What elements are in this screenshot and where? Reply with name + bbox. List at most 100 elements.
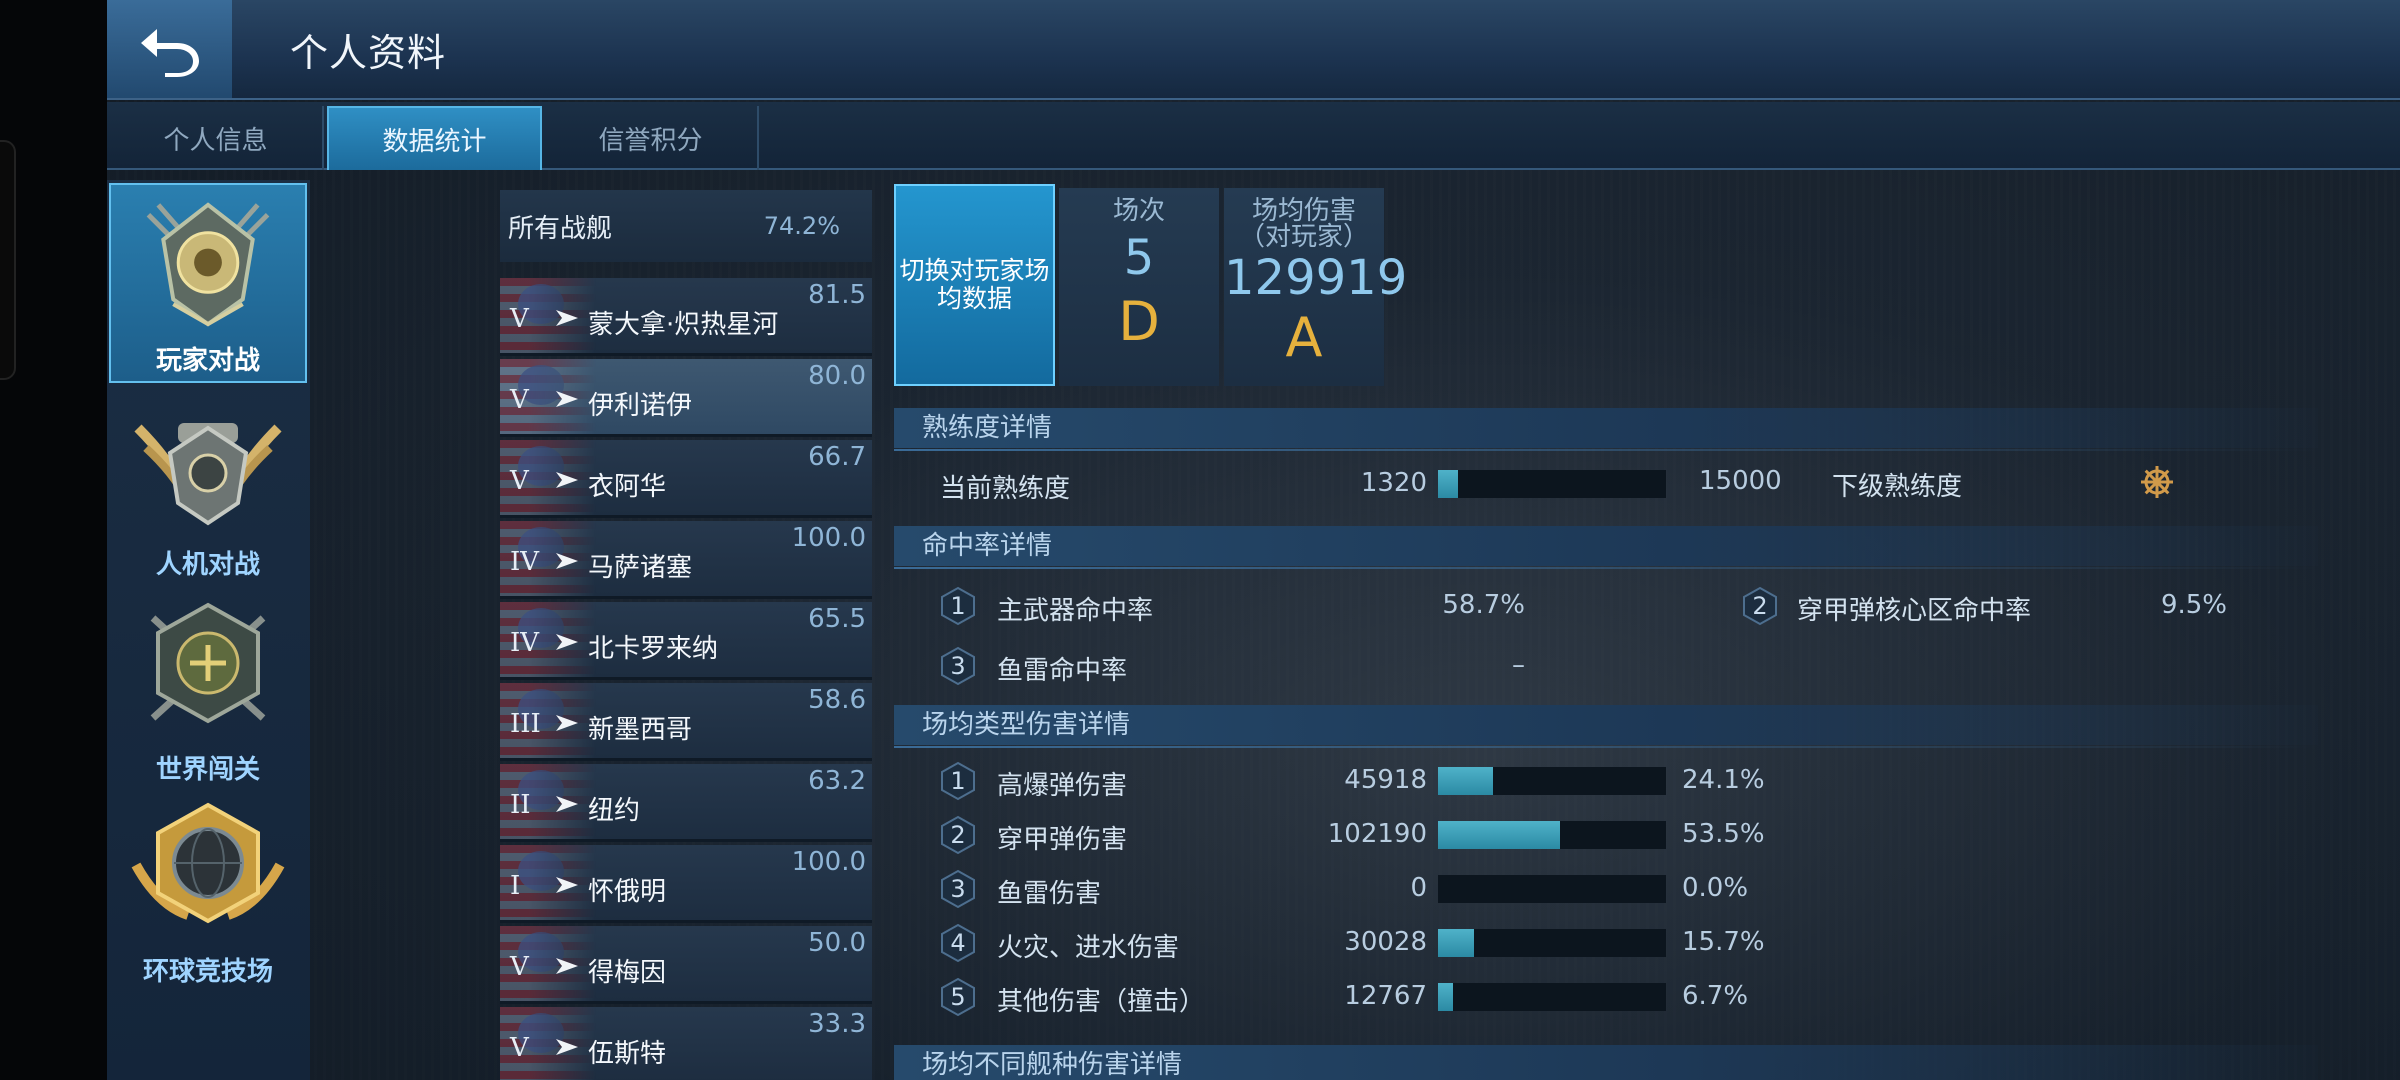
proficiency-section-title: 熟练度详情: [894, 408, 2318, 451]
damage-share-pct: 15.7%: [1682, 927, 1765, 957]
damage-share-pct: 53.5%: [1682, 819, 1765, 849]
pvp-medal-icon: [146, 202, 270, 327]
ship-name: 纽约: [588, 796, 641, 826]
ship-score: 63.2: [808, 766, 866, 796]
ship-list-item[interactable]: IV 北卡罗来纳 65.5: [500, 602, 872, 680]
ship-tier: V: [510, 952, 529, 982]
damage-type-label: 鱼雷伤害: [997, 879, 1102, 909]
back-button[interactable]: [107, 0, 232, 98]
ship-wheel-icon[interactable]: [2139, 464, 2175, 500]
tab-credit-score[interactable]: 信誉积分: [544, 106, 759, 170]
damage-share-bar: [1438, 821, 1666, 849]
tab-bar: 个人信息 数据统计 信誉积分: [107, 102, 2400, 170]
battleship-type-icon: [556, 877, 578, 893]
ship-score: 65.5: [808, 604, 866, 634]
ship-list-item[interactable]: V 伍斯特 33.3: [500, 1007, 872, 1080]
matches-label: 场次: [1112, 196, 1165, 226]
hex-number: 2: [1752, 592, 1768, 620]
hit-rate-section-title: 命中率详情: [894, 526, 2318, 569]
hex-number: 1: [950, 592, 966, 620]
damage-type-section-title: 场均类型伤害详情: [894, 705, 2318, 748]
proficiency-target-value: 15000: [1699, 466, 1782, 496]
ship-tier: V: [510, 385, 529, 415]
avg-damage-card: 场均伤害（对玩家） 129919 A: [1224, 188, 1408, 386]
ship-list-item[interactable]: III 新墨西哥 58.6: [500, 683, 872, 761]
damage-type-value: 12767: [1344, 981, 1427, 1011]
damage-type-label: 其他伤害（撞击）: [997, 987, 1206, 1017]
damage-share-fill: [1438, 821, 1560, 849]
damage-type-value: 0: [1410, 873, 1427, 903]
battleship-type-icon: [556, 553, 578, 569]
avg-damage-grade: A: [1285, 306, 1323, 369]
ship-list-item[interactable]: II 纽约 63.2: [500, 764, 872, 842]
ship-score: 58.6: [808, 685, 866, 715]
ship-tier: II: [510, 790, 531, 820]
mode-pve[interactable]: 人机对战: [109, 385, 307, 585]
mode-pve-label: 人机对战: [155, 550, 260, 580]
mode-global-arena[interactable]: 环球竞技场: [109, 792, 307, 992]
mode-world-challenge[interactable]: 世界闯关: [109, 590, 307, 790]
tab-statistics[interactable]: 数据统计: [327, 106, 542, 170]
ship-list-item[interactable]: V 蒙大拿·炽热星河 81.5: [500, 278, 872, 356]
ship-score: 33.3: [808, 1009, 866, 1039]
battleship-type-icon: [556, 310, 578, 326]
matches-grade: D: [1118, 290, 1160, 353]
proficiency-progress-bar: [1438, 470, 1666, 498]
ship-tier: I: [510, 871, 521, 901]
world-challenge-medal-icon: [150, 602, 266, 724]
damage-type-label: 高爆弹伤害: [997, 771, 1128, 801]
ship-tier: V: [510, 466, 529, 496]
battleship-type-icon: [556, 715, 578, 731]
damage-share-bar: [1438, 929, 1666, 957]
avg-damage-label: 场均伤害（对玩家）: [1238, 196, 1369, 252]
damage-share-fill: [1438, 983, 1454, 1011]
ship-list-item[interactable]: V 得梅因 50.0: [500, 926, 872, 1004]
ship-score: 80.0: [808, 361, 866, 391]
ship-list-item[interactable]: V 伊利诺伊 80.0: [500, 359, 872, 437]
ship-tier: III: [510, 709, 541, 739]
mode-sidebar: 玩家对战 人机对战 世界闯关 环球竞技场: [107, 180, 310, 1080]
battleship-type-icon: [556, 634, 578, 650]
hex-number: 2: [950, 821, 966, 849]
all-ships-pct: 74.2%: [763, 212, 840, 240]
ship-list-item[interactable]: IV 马萨诸塞 100.0: [500, 521, 872, 599]
hex-number-badge: 3: [938, 869, 978, 909]
ship-name: 怀俄明: [588, 877, 667, 907]
hex-number-badge: 2: [938, 815, 978, 855]
hex-number-badge: 3: [938, 646, 978, 686]
damage-share-pct: 6.7%: [1682, 981, 1749, 1011]
mode-world-challenge-label: 世界闯关: [155, 755, 260, 785]
profile-app: 个人资料 个人信息 数据统计 信誉积分 玩家对战 人机对战 世界闯关 环球竞技场…: [107, 0, 2400, 1080]
all-ships-label: 所有战舰: [508, 213, 613, 244]
ship-score: 50.0: [808, 928, 866, 958]
tab-personal-info[interactable]: 个人信息: [109, 106, 324, 170]
mode-global-arena-label: 环球竞技场: [142, 957, 273, 987]
current-proficiency-label: 当前熟练度: [940, 474, 1071, 504]
matches-value: 5: [1123, 230, 1155, 286]
ship-name: 伍斯特: [588, 1039, 667, 1069]
current-proficiency-value: 1320: [1360, 468, 1427, 498]
hit-rate-label: 穿甲弹核心区命中率: [1797, 596, 2032, 626]
ship-name: 新墨西哥: [588, 715, 693, 745]
hit-rate-label: 主武器命中率: [997, 596, 1154, 626]
avg-damage-value: 129919: [1224, 250, 1408, 306]
damage-share-pct: 0.0%: [1682, 873, 1749, 903]
hex-number: 1: [950, 767, 966, 795]
ship-name: 北卡罗来纳: [588, 634, 719, 664]
damage-type-value: 30028: [1344, 927, 1427, 957]
ship-list: 所有战舰 74.2% V 蒙大拿·炽热星河 81.5 V 伊利诺伊 80.0 V 衣阿华 66.…: [500, 190, 872, 1080]
battleship-type-icon: [556, 391, 578, 407]
switch-average-data-button[interactable]: 切换对玩家场均数据: [894, 184, 1055, 386]
hex-number-badge: 5: [938, 977, 978, 1017]
ship-name: 伊利诺伊: [588, 391, 693, 421]
hex-number-badge: 4: [938, 923, 978, 963]
all-ships-item[interactable]: 所有战舰 74.2%: [500, 190, 872, 262]
ship-tier: V: [510, 304, 529, 334]
hex-number: 5: [950, 983, 966, 1011]
ship-list-item[interactable]: V 衣阿华 66.7: [500, 440, 872, 518]
damage-share-bar: [1438, 875, 1666, 903]
header-bar: 个人资料: [107, 0, 2400, 100]
mode-pvp[interactable]: 玩家对战: [109, 183, 307, 383]
damage-type-value: 102190: [1327, 819, 1427, 849]
ship-list-item[interactable]: I 怀俄明 100.0: [500, 845, 872, 923]
